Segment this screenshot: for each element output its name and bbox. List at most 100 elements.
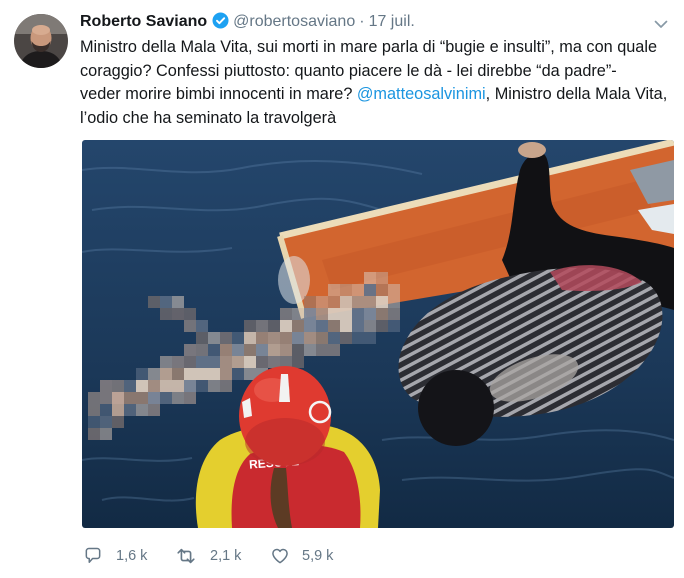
tweet-header: Roberto Saviano @robertosaviano · 17 juil. [80, 10, 415, 34]
mosaic-tile [136, 404, 148, 416]
author-avatar[interactable] [14, 14, 68, 68]
mosaic-tile [340, 320, 352, 332]
mosaic-tile [184, 308, 196, 320]
mosaic-tile [244, 344, 256, 356]
mosaic-tile [268, 344, 280, 356]
mosaic-tile [112, 392, 124, 404]
mosaic-tile [148, 296, 160, 308]
mosaic-tile [328, 320, 340, 332]
reply-button[interactable]: 1,6 k [83, 544, 147, 568]
mosaic-tile [316, 332, 328, 344]
mosaic-tile [160, 308, 172, 320]
tweet-date[interactable]: 17 juil. [369, 13, 415, 30]
mosaic-tile [220, 356, 232, 368]
mosaic-tile [232, 356, 244, 368]
tweet-photo[interactable]: RESCUE [82, 140, 674, 528]
mosaic-tile [196, 344, 208, 356]
mosaic-tile [388, 320, 400, 332]
mosaic-tile [184, 380, 196, 392]
mosaic-tile [388, 284, 400, 296]
mosaic-tile [172, 356, 184, 368]
chevron-down-icon[interactable] [652, 15, 670, 33]
retweet-button[interactable]: 2,1 k [175, 544, 241, 568]
mosaic-tile [124, 380, 136, 392]
mosaic-tile [364, 320, 376, 332]
mosaic-tile [364, 296, 376, 308]
mosaic-tile [352, 284, 364, 296]
mosaic-tile [232, 344, 244, 356]
mosaic-tile [112, 380, 124, 392]
mosaic-tile [100, 428, 112, 440]
mosaic-tile [328, 332, 340, 344]
header-separator: · [359, 13, 365, 30]
mosaic-tile [160, 368, 172, 380]
mosaic-tile [316, 344, 328, 356]
mosaic-tile [292, 356, 304, 368]
mosaic-tile [268, 320, 280, 332]
mosaic-tile [388, 308, 400, 320]
mosaic-tile [376, 272, 388, 284]
like-button[interactable]: 5,9 k [270, 544, 333, 568]
mosaic-tile [328, 296, 340, 308]
mosaic-tile [88, 404, 100, 416]
mosaic-tile [292, 320, 304, 332]
mosaic-tile [220, 332, 232, 344]
mosaic-tile [256, 332, 268, 344]
tweet-text-line: l’odio che ha seminato la travolgerà [80, 108, 337, 127]
mosaic-tile [244, 332, 256, 344]
mosaic-tile [184, 356, 196, 368]
mosaic-tile [88, 416, 100, 428]
mosaic-tile [280, 320, 292, 332]
mosaic-tile [220, 368, 232, 380]
mention-link[interactable]: @matteosalvinimi [357, 85, 486, 103]
mosaic-tile [148, 368, 160, 380]
mosaic-tile [268, 332, 280, 344]
like-count: 5,9 k [302, 548, 334, 564]
mosaic-tile [208, 380, 220, 392]
mosaic-tile [328, 284, 340, 296]
author-name[interactable]: Roberto Saviano [80, 13, 207, 30]
mosaic-tile [280, 344, 292, 356]
mosaic-tile [256, 356, 268, 368]
mosaic-tile [160, 380, 172, 392]
mosaic-tile [208, 332, 220, 344]
mosaic-tile [352, 308, 364, 320]
verified-badge-icon [212, 12, 229, 29]
like-heart-icon [270, 546, 290, 566]
tweet-text: Ministro della Mala Vita, sui morti in m… [80, 36, 667, 130]
mosaic-tile [88, 428, 100, 440]
mosaic-tile [136, 392, 148, 404]
mosaic-tile [316, 296, 328, 308]
mosaic-tile [304, 296, 316, 308]
mosaic-tile [268, 356, 280, 368]
mosaic-tile [208, 356, 220, 368]
mosaic-tile [184, 392, 196, 404]
retweet-icon [175, 545, 197, 567]
reply-icon [83, 546, 103, 566]
mosaic-tile [376, 296, 388, 308]
mosaic-tile [232, 332, 244, 344]
mosaic-tile [376, 320, 388, 332]
mosaic-tile [112, 404, 124, 416]
mosaic-tile [160, 296, 172, 308]
mosaic-tile [340, 296, 352, 308]
mosaic-tile [244, 320, 256, 332]
tweet-text-segment: veder morire bimbi innocenti in mare? [80, 85, 357, 103]
mosaic-tile [244, 356, 256, 368]
author-handle[interactable]: @robertosaviano [233, 13, 355, 30]
mosaic-tile [148, 404, 160, 416]
mosaic-tile [244, 368, 256, 380]
mosaic-tile [136, 368, 148, 380]
tweet-text-line: coraggio? Confessi piuttosto: quanto pia… [80, 61, 617, 80]
retweet-count: 2,1 k [210, 548, 242, 564]
mosaic-tile [100, 404, 112, 416]
mosaic-tile [352, 332, 364, 344]
mosaic-tile [124, 404, 136, 416]
mosaic-tile [304, 332, 316, 344]
mosaic-tile [364, 272, 376, 284]
rescuer-helmet [239, 366, 332, 466]
mosaic-tile [280, 308, 292, 320]
mosaic-tile [184, 368, 196, 380]
mosaic-tile [256, 320, 268, 332]
mosaic-tile [100, 380, 112, 392]
